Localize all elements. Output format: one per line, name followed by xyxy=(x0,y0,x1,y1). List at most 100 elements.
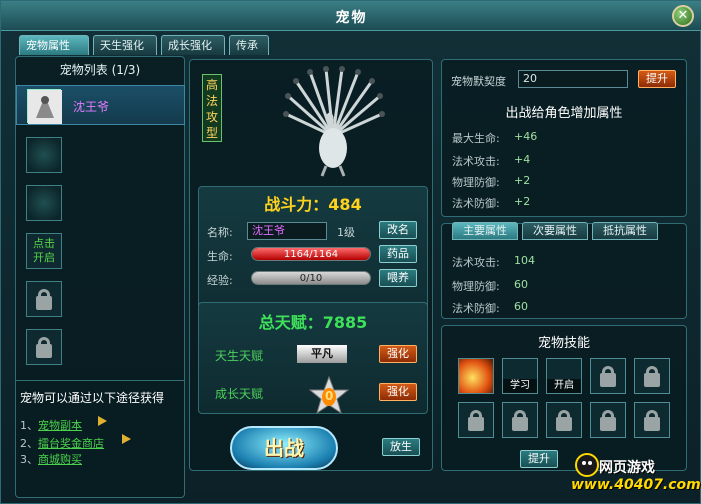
exp-text: 0/10 xyxy=(299,273,323,284)
tab-pet-attributes[interactable]: 宠物属性 xyxy=(19,35,89,55)
skill-slot-locked[interactable] xyxy=(458,402,494,438)
empty-slot-icon xyxy=(27,186,61,220)
growth-value: 0 xyxy=(325,389,334,403)
pet-list-panel: 宠物列表 (1/3) 沈王爷 点击 开启 宠物可以通过以下途径获得 1、宠物副本… xyxy=(15,56,185,498)
skill-slot-learn[interactable]: 学习 xyxy=(502,358,538,394)
pet-list-name: 沈王爷 xyxy=(73,100,110,114)
watermark-url: www.40407.com xyxy=(571,477,701,493)
medicine-button[interactable]: 药品 xyxy=(379,245,417,263)
lock-icon xyxy=(547,403,581,437)
attribute-row: 法术防御: 60 xyxy=(452,300,528,315)
talent-box: 总天赋：7885 天生天赋 平凡 强化 成长天赋 0 强化 xyxy=(198,302,428,415)
innate-grade-badge: 平凡 xyxy=(297,345,347,363)
tab-main-attributes[interactable]: 主要属性 xyxy=(452,222,518,240)
feed-button[interactable]: 喂养 xyxy=(379,269,417,287)
skill-upgrade-button[interactable]: 提升 xyxy=(520,450,558,468)
open-label: 开启 xyxy=(547,379,581,393)
bonus-stat-row: 法术防御: +2 xyxy=(452,195,531,210)
tab-inheritance[interactable]: 传承 xyxy=(229,35,269,55)
flag-icon xyxy=(122,434,131,444)
bonus-stat-row: 最大生命: +46 xyxy=(452,130,538,145)
skill-slot-locked[interactable] xyxy=(634,358,670,394)
bonus-stat-row: 法术攻击: +4 xyxy=(452,153,531,168)
skill-slot-locked[interactable] xyxy=(590,402,626,438)
exp-bar: 0/10 xyxy=(251,271,371,285)
skill-slot-locked[interactable] xyxy=(546,402,582,438)
hp-label: 生命: xyxy=(207,250,233,263)
tab-resist-attributes[interactable]: 抵抗属性 xyxy=(592,222,658,240)
pet-slot-empty[interactable] xyxy=(26,137,62,173)
learn-label: 学习 xyxy=(503,379,537,393)
growth-strengthen-button[interactable]: 强化 xyxy=(379,383,417,401)
affinity-field: 20 xyxy=(518,70,628,88)
rename-button[interactable]: 改名 xyxy=(379,221,417,239)
combat-bonus-panel: 宠物默契度 20 提升 出战给角色增加属性 最大生命: +46 法术攻击: +4 物… xyxy=(441,59,687,217)
fight-button[interactable]: 出战 xyxy=(230,426,338,470)
pet-level: 1级 xyxy=(337,226,355,239)
skills-title: 宠物技能 xyxy=(537,336,590,351)
pet-type-badge: 高 法 攻 型 xyxy=(202,74,222,142)
source-link-mall[interactable]: 商城购买 xyxy=(38,453,82,466)
release-button[interactable]: 放生 xyxy=(382,438,420,456)
pet-slot-locked[interactable] xyxy=(26,281,62,317)
attribute-row: 法术攻击: 104 xyxy=(452,254,535,269)
skill-slot-locked[interactable] xyxy=(502,402,538,438)
window-title: 宠物 xyxy=(335,10,368,26)
total-talent: 总天赋：7885 xyxy=(258,313,368,332)
close-icon[interactable]: ✕ xyxy=(672,5,694,27)
site-watermark: 网页游戏 www.40407.com xyxy=(561,447,701,503)
pet-slot-locked[interactable] xyxy=(26,329,62,365)
affinity-upgrade-button[interactable]: 提升 xyxy=(638,70,676,88)
innate-talent-label: 天生天赋 xyxy=(215,349,264,363)
affinity-label: 宠物默契度 xyxy=(451,75,506,88)
pet-model-image xyxy=(283,66,385,177)
source-link-arena-shop[interactable]: 擂台奖金商店 xyxy=(38,437,104,450)
growth-talent-label: 成长天赋 xyxy=(215,387,264,401)
tab-growth-strengthen[interactable]: 成长强化 xyxy=(161,35,225,55)
exp-label: 经验: xyxy=(207,274,233,287)
pet-list-title: 宠物列表 (1/3) xyxy=(59,63,141,77)
tab-secondary-attributes[interactable]: 次要属性 xyxy=(522,222,588,240)
attributes-panel: 主要属性 次要属性 抵抗属性 法术攻击: 104 物理防御: 60 法术防御: 60 xyxy=(441,222,687,319)
skill-slot-fire[interactable] xyxy=(458,358,494,394)
lock-icon xyxy=(27,330,61,364)
lock-icon xyxy=(459,403,493,437)
pet-detail-panel: 高 法 攻 型 战斗力：484 名称: 沈王爷 1级 改名 生命: 1164/1… xyxy=(189,59,433,471)
pet-list-item-selected[interactable]: 沈王爷 xyxy=(16,85,185,125)
pet-name-field[interactable]: 沈王爷 xyxy=(247,222,327,240)
pet-slot-empty[interactable] xyxy=(26,185,62,221)
source-title: 宠物可以通过以下途径获得 xyxy=(20,391,165,405)
name-label: 名称: xyxy=(207,226,233,239)
flag-icon xyxy=(98,416,107,426)
bonus-stat-row: 物理防御: +2 xyxy=(452,174,531,189)
watermark-text: 网页游戏 xyxy=(599,460,655,476)
skill-slot-open[interactable]: 开启 xyxy=(546,358,582,394)
mascot-icon xyxy=(575,453,599,477)
lock-icon xyxy=(591,359,625,393)
hp-text: 1164/1164 xyxy=(283,249,339,260)
attribute-row: 物理防御: 60 xyxy=(452,278,528,293)
source-item: 3、商城购买 xyxy=(20,453,82,466)
title-bar: 宠物 ✕ xyxy=(1,1,701,31)
lock-icon xyxy=(27,282,61,316)
pet-window: 宠物 ✕ 宠物属性 天生强化 成长强化 传承 宠物列表 (1/3) 沈王爷 点击… xyxy=(0,0,701,504)
pet-source-box: 宠物可以通过以下途径获得 1、宠物副本 2、擂台奖金商店 3、商城购买 xyxy=(16,380,185,498)
pet-slot-unlock[interactable]: 点击 开启 xyxy=(26,233,62,269)
skill-slot-locked[interactable] xyxy=(634,402,670,438)
lock-icon xyxy=(503,403,537,437)
combat-power: 战斗力：484 xyxy=(264,195,362,214)
empty-slot-icon xyxy=(27,138,61,172)
hp-bar: 1164/1164 xyxy=(251,247,371,261)
innate-strengthen-button[interactable]: 强化 xyxy=(379,345,417,363)
skill-slot-locked[interactable] xyxy=(590,358,626,394)
tab-innate-strengthen[interactable]: 天生强化 xyxy=(93,35,157,55)
source-item: 1、宠物副本 xyxy=(20,419,82,432)
lock-icon xyxy=(635,359,669,393)
source-link-dungeon[interactable]: 宠物副本 xyxy=(38,419,82,432)
lock-icon xyxy=(591,403,625,437)
bonus-section-title: 出战给角色增加属性 xyxy=(505,106,623,121)
unlock-label: 点击 开启 xyxy=(33,237,55,264)
source-item: 2、擂台奖金商店 xyxy=(20,437,104,450)
lock-icon xyxy=(635,403,669,437)
pet-avatar xyxy=(27,89,62,124)
